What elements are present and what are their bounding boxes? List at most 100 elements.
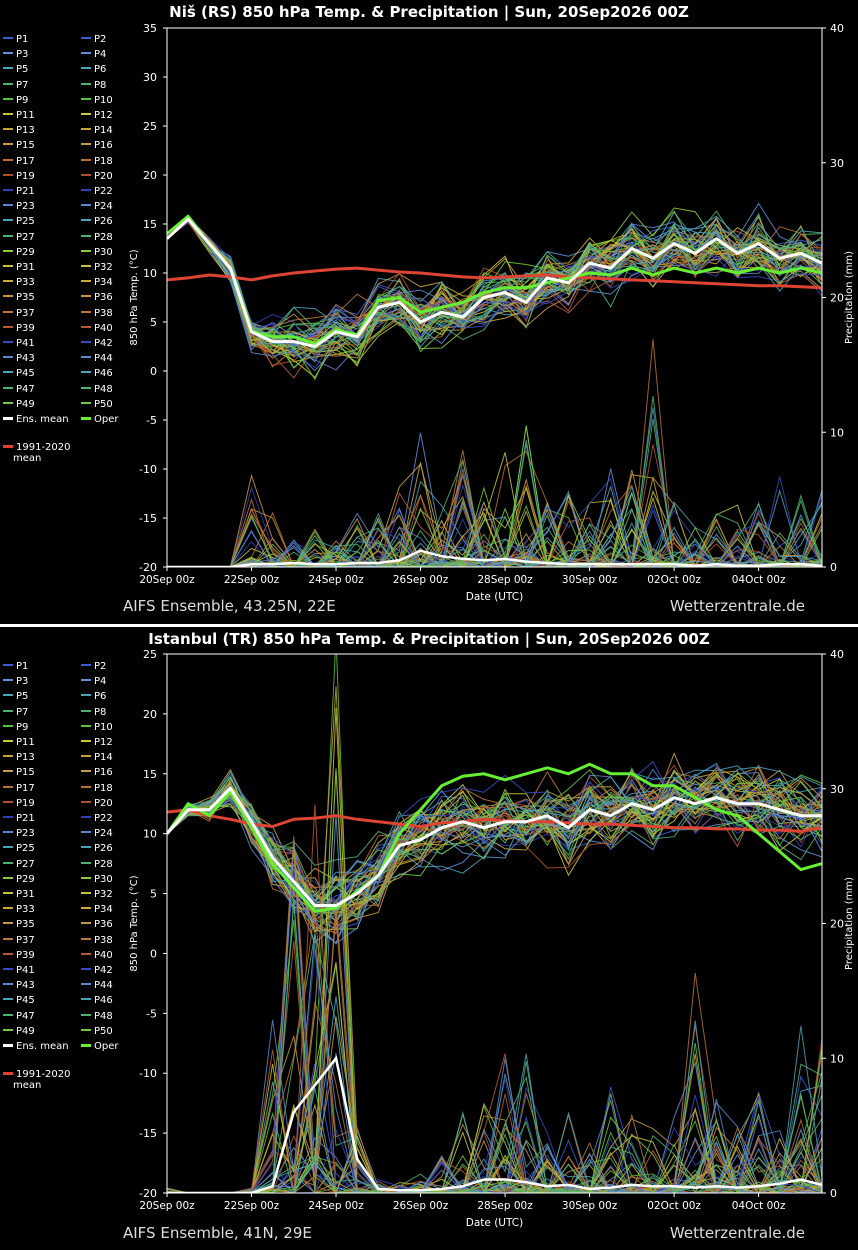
legend-swatch [81, 280, 91, 283]
legend-entry: P50 [81, 399, 113, 410]
legend-swatch [81, 831, 91, 834]
legend-swatch [3, 295, 13, 298]
x-tick-label: 20Sep 00z [139, 574, 195, 586]
legend-entry: P17 [3, 783, 35, 794]
legend-label: P16 [94, 767, 113, 779]
legend-swatch [3, 249, 13, 252]
legend-entry: P38 [81, 935, 113, 946]
legend-swatch [81, 755, 91, 758]
legend-swatch [3, 724, 13, 727]
legend-entry: P6 [81, 691, 106, 702]
legend-label: P5 [16, 64, 29, 76]
legend-entry: P49 [3, 1026, 35, 1037]
legend-label: P50 [94, 398, 113, 410]
legend-label: P31 [16, 889, 35, 900]
legend-label: P23 [16, 828, 35, 840]
legend-swatch [3, 97, 13, 100]
legend-swatch [3, 968, 13, 970]
legend-label: P5 [16, 691, 29, 703]
legend-swatch [3, 67, 13, 70]
legend-swatch [81, 310, 91, 313]
legend-swatch [3, 907, 13, 910]
legend-label: P37 [16, 934, 35, 946]
legend-entry: P7 [3, 80, 28, 91]
legend-swatch [81, 113, 91, 115]
legend-swatch [3, 846, 13, 849]
legend-label: P3 [16, 49, 29, 61]
y-tick-label: 20 [143, 708, 157, 721]
y-tick-label: 15 [143, 768, 157, 781]
legend-entry: P3 [3, 676, 28, 687]
legend-label: P38 [94, 934, 113, 946]
legend-label: P10 [94, 94, 113, 106]
legend-label: P30 [94, 246, 113, 258]
y2-tick-label: 0 [830, 1187, 837, 1200]
legend-entry: P25 [3, 843, 35, 854]
legend-swatch [3, 310, 13, 313]
legend-swatch [3, 173, 13, 176]
legend-label: P36 [94, 919, 113, 931]
legend-swatch [81, 37, 91, 39]
legend-swatch [3, 1028, 13, 1031]
legend-label: P42 [94, 965, 113, 976]
legend-label: P27 [16, 231, 35, 243]
y-tick-label: 20 [143, 169, 157, 182]
legend-label: P27 [16, 858, 35, 870]
y2-axis-label: Precipitation (mm) [844, 251, 855, 344]
legend-swatch [3, 386, 13, 389]
legend-entry: P44 [81, 353, 113, 364]
legend-label: P17 [16, 782, 35, 794]
legend-entry: P5 [3, 691, 28, 702]
legend-label: P48 [94, 1010, 113, 1022]
legend-swatch [3, 952, 13, 955]
legend-swatch [3, 416, 13, 420]
y-tick-label: 5 [150, 888, 157, 901]
legend-entry: P37 [3, 308, 35, 319]
legend-label: P43 [16, 353, 35, 365]
legend-entry: P14 [81, 125, 113, 136]
legend-entry: P34 [81, 904, 113, 915]
legend-entry: P43 [3, 980, 35, 991]
legend-label: P33 [16, 904, 35, 916]
legend-entry: P49 [3, 399, 35, 410]
x-tick-label: 04Oct 00z [732, 574, 786, 586]
legend-label: P29 [16, 873, 35, 885]
legend-label: P44 [94, 980, 113, 992]
legend-entry: P40 [81, 323, 113, 334]
legend-label: P35 [16, 292, 35, 304]
legend-label: P20 [94, 170, 113, 182]
legend-swatch [81, 937, 91, 940]
footer-model-location: AIFS Ensemble, 41N, 29E [123, 1224, 312, 1242]
legend-label: P40 [94, 949, 113, 961]
footer-brand: Wetterzentrale.de [669, 1224, 805, 1242]
legend-swatch [3, 937, 13, 940]
legend-entry: P28 [81, 859, 113, 870]
legend-label: P26 [94, 216, 113, 228]
legend-label: P19 [16, 797, 35, 809]
legend-label: P21 [16, 186, 35, 197]
legend-entry: Ens. mean [3, 414, 69, 425]
legend-swatch [3, 740, 13, 742]
legend-label: P13 [16, 752, 35, 764]
legend-swatch [81, 234, 91, 237]
legend-swatch [3, 280, 13, 283]
y-tick-label: 10 [143, 828, 157, 841]
legend-entry: P35 [3, 292, 35, 303]
legend-entry: P10 [81, 722, 113, 733]
member-precip-line [167, 425, 822, 567]
legend-swatch [3, 922, 13, 925]
legend-swatch [81, 386, 91, 389]
legend-entry: P14 [81, 752, 113, 763]
legend-entry: P3 [3, 49, 28, 60]
x-tick-label: 24Sep 00z [308, 1200, 364, 1212]
legend-label: P10 [94, 721, 113, 733]
legend-entry: P37 [3, 935, 35, 946]
legend-entry: Oper [81, 414, 118, 425]
legend-entry: P39 [3, 323, 35, 334]
legend-entry: P11 [3, 737, 35, 748]
legend-entry: P46 [81, 995, 113, 1006]
x-axis-label: Date (UTC) [466, 1217, 523, 1229]
y-tick-label: 5 [150, 316, 157, 329]
legend-label: P14 [94, 752, 113, 764]
legend-swatch [81, 770, 91, 773]
